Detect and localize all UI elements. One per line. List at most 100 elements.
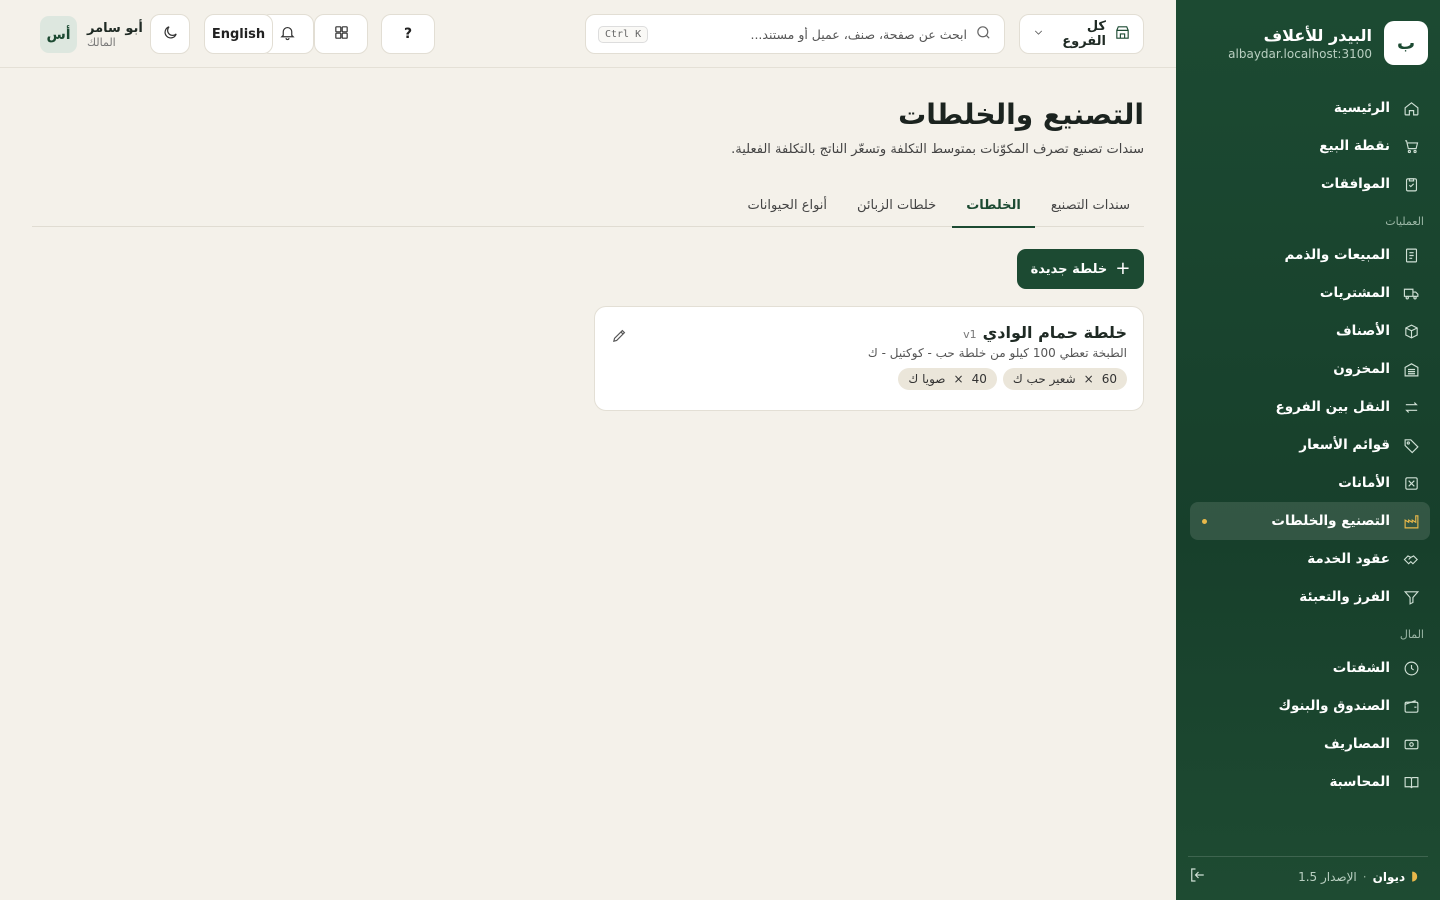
brand-name: البيدر للأعلاف xyxy=(1263,25,1372,45)
page-title: التصنيع والخلطات xyxy=(898,98,1144,131)
deposit-icon xyxy=(1402,474,1420,492)
branch-select[interactable]: كل الفروع xyxy=(1019,14,1144,54)
user-menu[interactable]: أبو سامر المالك أس xyxy=(40,16,143,53)
recipe-description: الطبخة تعطي 100 كيلو من خلطة حب - كوكتيل… xyxy=(867,346,1127,360)
handshake-icon xyxy=(1402,550,1420,568)
active-indicator-dot xyxy=(1202,519,1207,524)
brand-domain: albaydar.localhost:3100 xyxy=(1228,46,1372,61)
box-icon xyxy=(1402,322,1420,340)
tab-customer-recipes[interactable]: خلطات الزبائن xyxy=(843,184,950,227)
sidebar-item-inventory[interactable]: المخزون xyxy=(1190,350,1430,388)
tag-icon xyxy=(1402,436,1420,454)
ingredient-name: شعير حب ك xyxy=(1012,372,1076,386)
tab-recipes[interactable]: الخلطات xyxy=(952,184,1035,228)
ingredient-name: صويا ك xyxy=(908,372,946,386)
search-icon xyxy=(975,24,992,45)
sidebar: ب البيدر للأعلاف albaydar.localhost:3100… xyxy=(1176,0,1440,900)
page-subtitle: سندات تصنيع تصرف المكوّنات بمتوسط التكلف… xyxy=(731,142,1144,157)
chevron-down-icon xyxy=(1032,26,1045,43)
sidebar-item-shifts[interactable]: الشفتات xyxy=(1190,649,1430,687)
language-toggle-button[interactable]: English xyxy=(204,14,273,54)
apps-button[interactable] xyxy=(314,14,368,54)
ingredient-qty: 40 xyxy=(971,372,987,386)
footer-separator: · xyxy=(1362,869,1367,884)
sidebar-item-label: عقود الخدمة xyxy=(1307,551,1390,567)
recipe-card[interactable]: خلطة حمام الوادي v1 الطبخة تعطي 100 كيلو… xyxy=(594,306,1144,411)
clock-icon xyxy=(1402,659,1420,677)
topbar: كل الفروع Ctrl K ? English أبو سامر الما… xyxy=(0,0,1176,68)
new-recipe-button-label: خلطة جديدة xyxy=(1030,261,1108,277)
diwan-logo-icon: ◗ xyxy=(1411,869,1418,884)
tabs: سندات التصنيع الخلطات خلطات الزبائن أنوا… xyxy=(32,184,1144,228)
footer-brand: ديوان xyxy=(1372,869,1406,884)
sidebar-item-sorting[interactable]: الفرز والتعبئة xyxy=(1190,578,1430,616)
new-recipe-button[interactable]: + خلطة جديدة xyxy=(1017,249,1144,289)
ingredient-qty: 60 xyxy=(1101,372,1117,386)
sidebar-item-sales[interactable]: المبيعات والذمم xyxy=(1190,236,1430,274)
sidebar-item-label: الأمانات xyxy=(1338,475,1390,491)
sidebar-item-label: المصاريف xyxy=(1323,736,1390,752)
bell-icon xyxy=(279,24,296,45)
logout-icon[interactable] xyxy=(1188,866,1206,887)
sidebar-item-deposits[interactable]: الأمانات xyxy=(1190,464,1430,502)
pencil-icon[interactable] xyxy=(611,327,628,348)
search-input[interactable] xyxy=(656,26,967,42)
sidebar-item-label: المحاسبة xyxy=(1329,774,1390,790)
filter-icon xyxy=(1402,588,1420,606)
sidebar-item-accounting[interactable]: المحاسبة xyxy=(1190,763,1430,801)
sidebar-item-label: الشفتات xyxy=(1332,660,1390,676)
sidebar-item-approvals[interactable]: الموافقات xyxy=(1190,165,1430,203)
tab-animal-types[interactable]: أنواع الحيوانات xyxy=(734,184,841,227)
sidebar-item-label: نقطة البيع xyxy=(1319,138,1390,154)
grid-icon xyxy=(333,24,350,45)
recipe-name: خلطة حمام الوادي xyxy=(982,323,1127,342)
sidebar-item-manufacturing[interactable]: التصنيع والخلطات xyxy=(1190,502,1430,540)
sidebar-item-label: الفرز والتعبئة xyxy=(1299,589,1390,605)
nav-section-money: المال xyxy=(1399,628,1424,641)
cart-icon xyxy=(1402,137,1420,155)
truck-icon xyxy=(1402,284,1420,302)
clipboard-check-icon xyxy=(1402,175,1420,193)
sidebar-item-label: المشتريات xyxy=(1319,285,1390,301)
user-role: المالك xyxy=(87,35,116,49)
nav-section-operations: العمليات xyxy=(1385,215,1424,228)
ingredient-times: × xyxy=(1083,372,1094,386)
sidebar-item-label: النقل بين الفروع xyxy=(1275,399,1390,415)
factory-icon xyxy=(1402,512,1420,530)
avatar: أس xyxy=(40,16,77,53)
sidebar-item-label: قوائم الأسعار xyxy=(1299,437,1390,453)
help-button-label: ? xyxy=(403,26,413,42)
home-icon xyxy=(1402,99,1420,117)
receipt-icon xyxy=(1402,246,1420,264)
sidebar-item-label: الصندوق والبنوك xyxy=(1278,698,1390,714)
sidebar-item-expenses[interactable]: المصاريف xyxy=(1190,725,1430,763)
brand-logo: ب xyxy=(1384,21,1428,65)
help-button[interactable]: ? xyxy=(381,14,435,54)
sidebar-item-label: الرئيسية xyxy=(1333,100,1390,116)
global-search[interactable]: Ctrl K xyxy=(585,14,1005,54)
sidebar-item-label: الموافقات xyxy=(1320,176,1390,192)
sidebar-footer: ◗ ديوان · الإصدار 1.5 xyxy=(1188,856,1428,896)
sidebar-item-label: المخزون xyxy=(1333,361,1390,377)
plus-icon: + xyxy=(1115,258,1131,279)
sidebar-item-cash-banks[interactable]: الصندوق والبنوك xyxy=(1190,687,1430,725)
search-shortcut-hint: Ctrl K xyxy=(598,25,649,43)
user-name: أبو سامر xyxy=(87,20,143,36)
sidebar-nav: الرئيسية نقطة البيع الموافقات العمليات ا… xyxy=(1190,89,1430,801)
wallet-icon xyxy=(1402,697,1420,715)
ingredient-tag: 40 × صويا ك xyxy=(898,368,997,390)
sidebar-item-home[interactable]: الرئيسية xyxy=(1190,89,1430,127)
theme-toggle-button[interactable] xyxy=(150,14,190,54)
brand[interactable]: ب البيدر للأعلاف albaydar.localhost:3100 xyxy=(1228,21,1428,65)
sidebar-item-transfers[interactable]: النقل بين الفروع xyxy=(1190,388,1430,426)
transfer-icon xyxy=(1402,398,1420,416)
sidebar-item-service-contracts[interactable]: عقود الخدمة xyxy=(1190,540,1430,578)
sidebar-item-purchases[interactable]: المشتريات xyxy=(1190,274,1430,312)
sidebar-item-items[interactable]: الأصناف xyxy=(1190,312,1430,350)
book-icon xyxy=(1402,773,1420,791)
ingredient-tag: 60 × شعير حب ك xyxy=(1002,368,1127,390)
tab-manufacturing-vouchers[interactable]: سندات التصنيع xyxy=(1037,184,1144,227)
sidebar-item-price-lists[interactable]: قوائم الأسعار xyxy=(1190,426,1430,464)
language-toggle-label: English xyxy=(211,26,266,42)
sidebar-item-pos[interactable]: نقطة البيع xyxy=(1190,127,1430,165)
